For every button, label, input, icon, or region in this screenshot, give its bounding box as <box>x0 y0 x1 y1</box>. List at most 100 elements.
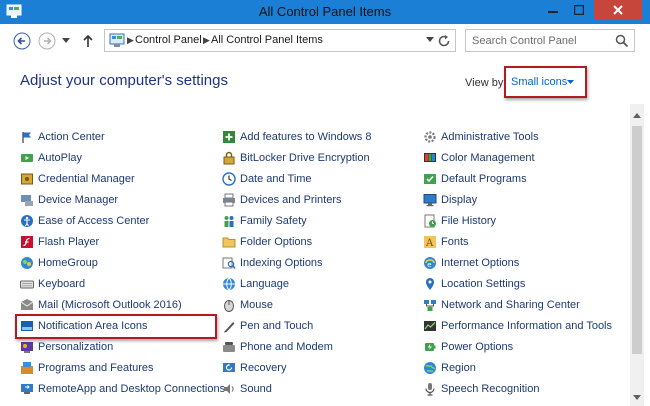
control-panel-item[interactable]: Region <box>423 359 476 377</box>
control-panel-item[interactable]: Recovery <box>222 359 286 377</box>
chevron-down-icon[interactable] <box>567 80 574 85</box>
remoteapp-icon <box>21 384 33 394</box>
control-panel-item[interactable]: Location Settings <box>423 275 525 293</box>
region-icon <box>424 362 436 374</box>
recent-locations-button[interactable] <box>59 31 73 51</box>
clock-icon <box>222 172 236 186</box>
indexing-icon <box>222 257 236 269</box>
control-panel-item-label: Fonts <box>441 236 469 248</box>
control-panel-item-label: Default Programs <box>441 173 527 185</box>
scroll-thumb[interactable] <box>632 126 642 354</box>
maximize-icon <box>574 5 584 15</box>
vertical-scrollbar[interactable] <box>630 104 644 406</box>
refresh-icon[interactable] <box>436 33 452 49</box>
address-bar[interactable]: ▶ Control Panel ▶ All Control Panel Item… <box>104 29 456 52</box>
notification-area-highlight <box>15 314 217 339</box>
control-panel-item[interactable]: HomeGroup <box>20 254 98 272</box>
back-arrow-icon <box>13 32 31 50</box>
control-panel-item[interactable]: RemoteApp and Desktop Connections <box>20 380 225 398</box>
chevron-down-icon <box>633 394 641 400</box>
maximize-button[interactable] <box>566 0 592 20</box>
chevron-down-icon[interactable] <box>426 37 434 43</box>
control-panel-icon <box>109 33 125 47</box>
control-panel-item[interactable]: e Internet Options <box>423 254 519 272</box>
control-panel-item[interactable]: Family Safety <box>222 212 307 230</box>
control-panel-item[interactable]: Administrative Tools <box>423 128 539 146</box>
breadcrumb-separator-icon: ▶ <box>127 35 134 45</box>
control-panel-item[interactable]: Indexing Options <box>222 254 323 272</box>
pen-icon <box>224 322 235 333</box>
minimize-icon <box>548 11 558 13</box>
control-panel-item[interactable]: Device Manager <box>20 191 118 209</box>
breadcrumb-all-items[interactable]: All Control Panel Items <box>211 34 323 46</box>
control-panel-item[interactable]: A Fonts <box>423 233 469 251</box>
control-panel-item[interactable]: Flash Player <box>20 233 99 251</box>
control-panel-item[interactable]: Color Management <box>423 149 535 167</box>
control-panel-item[interactable]: AutoPlay <box>20 149 82 167</box>
close-button[interactable] <box>594 0 642 20</box>
search-box[interactable] <box>465 29 635 52</box>
control-panel-item-label: Internet Options <box>441 257 520 269</box>
up-button[interactable] <box>78 31 98 51</box>
control-panel-item[interactable]: Mouse <box>222 296 273 314</box>
control-panel-item[interactable]: File History <box>423 212 496 230</box>
search-icon[interactable] <box>615 34 629 48</box>
svg-text:e: e <box>427 261 431 269</box>
control-panel-item[interactable]: Network and Sharing Center <box>423 296 580 314</box>
control-panel-item[interactable]: Performance Information and Tools <box>423 317 612 335</box>
sound-icon <box>224 384 234 394</box>
control-panel-item[interactable]: Mail (Microsoft Outlook 2016) <box>20 296 182 314</box>
admin-tools-icon <box>424 131 436 143</box>
control-panel-item[interactable]: Action Center <box>20 128 105 146</box>
control-panel-item-label: Family Safety <box>240 215 307 227</box>
control-panel-item[interactable]: Credential Manager <box>20 170 135 188</box>
control-panel-item[interactable]: Devices and Printers <box>222 191 342 209</box>
search-input[interactable] <box>472 33 612 49</box>
microphone-icon <box>425 383 435 396</box>
control-panel-item-label: Performance Information and Tools <box>441 320 612 332</box>
control-panel-item[interactable]: Phone and Modem <box>222 338 333 356</box>
device-manager-icon <box>21 195 33 206</box>
minimize-button[interactable] <box>540 0 566 20</box>
control-panel-item[interactable]: Default Programs <box>423 170 527 188</box>
control-panel-item-label: BitLocker Drive Encryption <box>240 152 370 164</box>
control-panel-item-label: Phone and Modem <box>240 341 333 353</box>
view-by-label: View by: <box>465 77 507 89</box>
back-button[interactable] <box>12 31 32 51</box>
control-panel-item[interactable]: Language <box>222 275 289 293</box>
scroll-down-button[interactable] <box>630 390 644 404</box>
control-panel-item-label: File History <box>441 215 497 227</box>
printer-icon <box>223 193 235 207</box>
title-bar: All Control Panel Items <box>0 0 650 24</box>
display-icon <box>423 194 437 207</box>
scroll-up-button[interactable] <box>630 108 644 122</box>
performance-icon <box>424 321 436 331</box>
control-panel-item-label: Ease of Access Center <box>38 215 150 227</box>
control-panel-item-label: Language <box>240 278 289 290</box>
control-panel-item[interactable]: Ease of Access Center <box>20 212 149 230</box>
flag-icon <box>22 132 31 143</box>
control-panel-item[interactable]: Speech Recognition <box>423 380 539 398</box>
control-panel-item-label: Action Center <box>38 131 105 143</box>
control-panel-item-label: Indexing Options <box>240 257 323 269</box>
control-panel-item[interactable]: Keyboard <box>20 275 85 293</box>
forward-button[interactable] <box>37 31 57 51</box>
control-panel-item[interactable]: Add features to Windows 8 <box>222 128 371 146</box>
page-title: Adjust your computer's settings <box>20 72 228 89</box>
control-panel-item[interactable]: Folder Options <box>222 233 312 251</box>
control-panel-item[interactable]: Personalization <box>20 338 113 356</box>
control-panel-item[interactable]: Pen and Touch <box>222 317 313 335</box>
folder-icon <box>222 237 236 248</box>
breadcrumb-control-panel[interactable]: Control Panel <box>135 34 202 46</box>
up-arrow-icon <box>83 34 93 47</box>
control-panel-item-label: Recovery <box>240 362 287 374</box>
control-panel-item[interactable]: Display <box>423 191 477 209</box>
control-panel-item-label: Add features to Windows 8 <box>240 131 372 143</box>
view-by-dropdown[interactable]: Small icons <box>511 76 567 88</box>
control-panel-item[interactable]: Power Options <box>423 338 513 356</box>
control-panel-item[interactable]: BitLocker Drive Encryption <box>222 149 370 167</box>
control-panel-item[interactable]: Date and Time <box>222 170 312 188</box>
control-panel-item[interactable]: Sound <box>222 380 272 398</box>
fonts-icon: A <box>424 236 436 249</box>
control-panel-item[interactable]: Programs and Features <box>20 359 154 377</box>
